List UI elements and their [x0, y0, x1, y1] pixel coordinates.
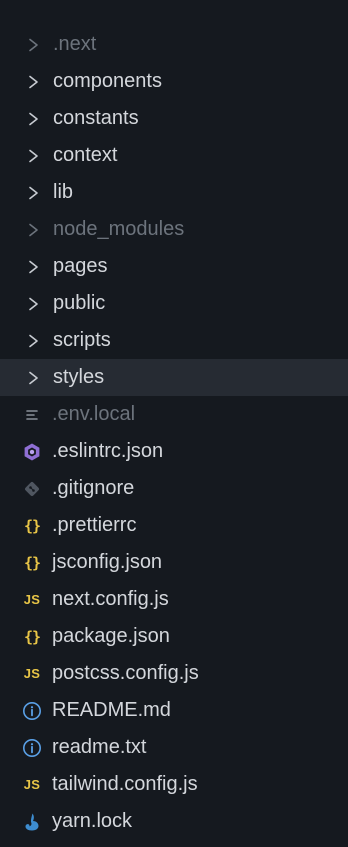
file-prettierrc[interactable]: {} .prettierrc	[0, 507, 348, 544]
folder-label: public	[53, 292, 106, 314]
folder-label: pages	[53, 255, 108, 277]
git-icon	[20, 477, 44, 501]
folder-label: constants	[53, 107, 139, 129]
folder-label: context	[53, 144, 118, 166]
folder-node-modules[interactable]: node_modules	[0, 211, 348, 248]
chevron-right-icon	[28, 75, 40, 89]
file-gitignore[interactable]: .gitignore	[0, 470, 348, 507]
file-label: .eslintrc.json	[52, 440, 164, 462]
js-icon: JS	[23, 666, 41, 681]
file-label: .prettierrc	[52, 514, 137, 536]
file-next-config-js[interactable]: JS next.config.js	[0, 581, 348, 618]
file-package-json[interactable]: {} package.json	[0, 618, 348, 655]
chevron-right-icon	[28, 223, 40, 237]
file-label: jsconfig.json	[52, 551, 163, 573]
chevron-right-icon	[28, 334, 40, 348]
json-braces-icon: {}	[23, 627, 41, 646]
js-icon: JS	[23, 777, 41, 792]
file-jsconfig-json[interactable]: {} jsconfig.json	[0, 544, 348, 581]
file-label: .env.local	[52, 403, 136, 425]
file-label: .gitignore	[52, 477, 135, 499]
chevron-right-icon	[28, 38, 40, 52]
info-icon	[20, 699, 44, 723]
chevron-right-icon	[28, 260, 40, 274]
file-env-local[interactable]: .env.local	[0, 396, 348, 433]
chevron-right-icon	[28, 186, 40, 200]
json-braces-icon: {}	[23, 516, 41, 535]
folder-public[interactable]: public	[0, 285, 348, 322]
file-label: postcss.config.js	[52, 662, 199, 684]
folder-label: scripts	[53, 329, 111, 351]
folder-constants[interactable]: constants	[0, 100, 348, 137]
file-yarn-lock[interactable]: yarn.lock	[0, 803, 348, 840]
chevron-right-icon	[28, 371, 40, 385]
file-label: package.json	[52, 625, 170, 647]
file-label: tailwind.config.js	[52, 773, 198, 795]
folder-pages[interactable]: pages	[0, 248, 348, 285]
lines-icon	[20, 403, 44, 427]
file-readme-md[interactable]: README.md	[0, 692, 348, 729]
file-label: next.config.js	[52, 588, 169, 610]
folder-scripts[interactable]: scripts	[0, 322, 348, 359]
file-tailwind-config-js[interactable]: JS tailwind.config.js	[0, 766, 348, 803]
folder-lib[interactable]: lib	[0, 174, 348, 211]
folder-context[interactable]: context	[0, 137, 348, 174]
folder-label: components	[53, 70, 162, 92]
json-braces-icon: {}	[23, 553, 41, 572]
folder-styles[interactable]: styles	[0, 359, 348, 396]
chevron-right-icon	[28, 112, 40, 126]
folder-label: .next	[53, 33, 97, 55]
file-readme-txt[interactable]: readme.txt	[0, 729, 348, 766]
folder-next[interactable]: .next	[0, 26, 348, 63]
file-postcss-config-js[interactable]: JS postcss.config.js	[0, 655, 348, 692]
file-label: README.md	[52, 699, 171, 721]
file-eslintrc-json[interactable]: .eslintrc.json	[0, 433, 348, 470]
folder-components[interactable]: components	[0, 63, 348, 100]
js-icon: JS	[23, 592, 41, 607]
info-icon	[20, 736, 44, 760]
folder-label: styles	[53, 366, 105, 388]
file-explorer-panel: .next components constants context lib n…	[0, 0, 348, 847]
chevron-right-icon	[28, 297, 40, 311]
file-tree: .next components constants context lib n…	[0, 26, 348, 840]
folder-label: node_modules	[53, 218, 185, 240]
scrolled-off-row	[0, 0, 348, 12]
folder-label: lib	[53, 181, 74, 203]
eslint-icon	[20, 440, 44, 464]
yarn-icon	[20, 810, 44, 834]
chevron-right-icon	[28, 149, 40, 163]
file-label: readme.txt	[52, 736, 147, 758]
file-label: yarn.lock	[52, 810, 133, 832]
